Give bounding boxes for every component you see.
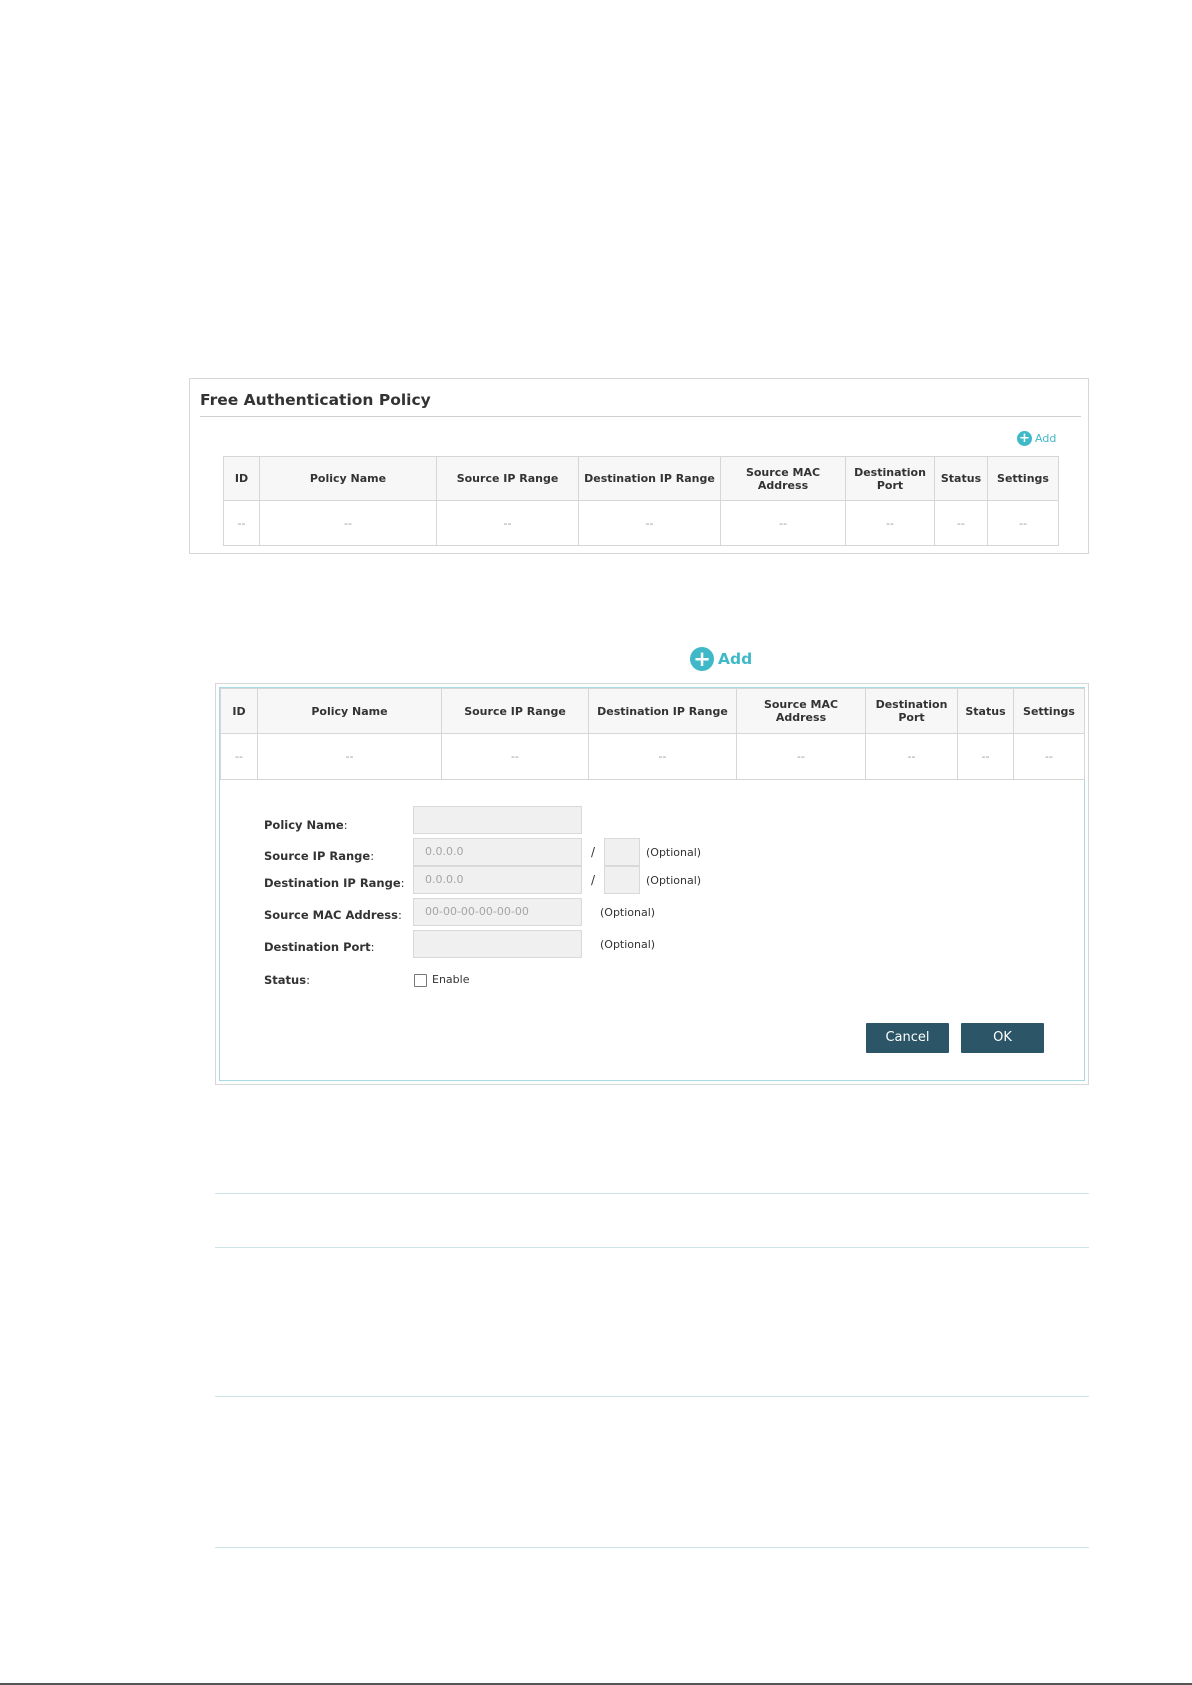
table-row: -- -- -- -- -- -- -- -- bbox=[223, 500, 1059, 546]
status-label-text: Status bbox=[264, 973, 307, 987]
label-colon: : bbox=[306, 973, 310, 987]
cell-policy-name: -- bbox=[259, 500, 437, 546]
policy-name-input[interactable] bbox=[413, 806, 582, 834]
label-colon: : bbox=[343, 818, 348, 832]
destination-ip-range-label-text: Destination IP Range bbox=[264, 876, 401, 890]
column-header-destination-port[interactable]: Destination Port bbox=[845, 456, 935, 501]
policy-name-label-text: Policy Name bbox=[264, 818, 344, 832]
cell-destination-ip-range: -- bbox=[588, 733, 737, 780]
column-header-id[interactable]: ID bbox=[223, 456, 260, 501]
cell-settings: -- bbox=[987, 500, 1059, 546]
table-header-row: ID Policy Name Source IP Range Destinati… bbox=[223, 456, 1059, 501]
divider-line bbox=[215, 1396, 1089, 1397]
cell-id: -- bbox=[220, 733, 258, 780]
destination-port-label: Destination Port: bbox=[264, 940, 374, 954]
column-header-source-ip-range[interactable]: Source IP Range bbox=[441, 688, 589, 734]
optional-hint: (Optional) bbox=[646, 874, 702, 887]
policy-name-label: Policy Name: bbox=[264, 818, 348, 832]
source-ip-mask-input[interactable] bbox=[604, 838, 640, 866]
divider-line bbox=[215, 1547, 1089, 1548]
cell-source-mac-address: -- bbox=[720, 500, 846, 546]
column-header-destination-ip-range[interactable]: Destination IP Range bbox=[578, 456, 721, 501]
column-header-status[interactable]: Status bbox=[957, 688, 1014, 734]
cell-status: -- bbox=[957, 733, 1014, 780]
column-header-source-ip-range[interactable]: Source IP Range bbox=[436, 456, 579, 501]
divider-line bbox=[215, 1247, 1089, 1248]
cell-policy-name: -- bbox=[257, 733, 442, 780]
destination-ip-range-label: Destination IP Range: bbox=[264, 876, 405, 890]
table-row: -- -- -- -- -- -- -- -- bbox=[220, 733, 1085, 780]
divider-line bbox=[215, 1193, 1089, 1194]
source-mac-address-label: Source MAC Address: bbox=[264, 908, 402, 922]
add-button[interactable]: + Add bbox=[1017, 431, 1056, 446]
cell-source-ip-range: -- bbox=[436, 500, 579, 546]
destination-ip-mask-input[interactable] bbox=[604, 866, 640, 894]
add-label: Add bbox=[718, 650, 753, 668]
title-divider bbox=[200, 416, 1081, 417]
source-mac-address-label-text: Source MAC Address bbox=[264, 908, 398, 922]
table-header-row: ID Policy Name Source IP Range Destinati… bbox=[220, 688, 1085, 734]
cell-settings: -- bbox=[1013, 733, 1085, 780]
cell-status: -- bbox=[934, 500, 988, 546]
add-policy-panel: ID Policy Name Source IP Range Destinati… bbox=[215, 683, 1089, 1085]
policy-table: ID Policy Name Source IP Range Destinati… bbox=[223, 456, 1059, 546]
add-policy-form-container: ID Policy Name Source IP Range Destinati… bbox=[219, 687, 1085, 1081]
destination-port-label-text: Destination Port bbox=[264, 940, 371, 954]
column-header-settings: Settings bbox=[987, 456, 1059, 501]
source-mac-input[interactable]: 00-00-00-00-00-00 bbox=[413, 898, 582, 926]
plus-circle-icon: + bbox=[1017, 431, 1032, 446]
add-label: Add bbox=[1035, 432, 1057, 445]
policy-table: ID Policy Name Source IP Range Destinati… bbox=[220, 688, 1085, 780]
enable-checkbox[interactable] bbox=[414, 974, 427, 987]
column-header-source-mac-address[interactable]: Source MAC Address bbox=[736, 688, 866, 734]
label-colon: : bbox=[370, 940, 375, 954]
free-auth-policy-panel: Free Authentication Policy + Add ID Poli… bbox=[189, 378, 1089, 554]
source-ip-range-label-text: Source IP Range bbox=[264, 849, 371, 863]
separator-slash: / bbox=[591, 873, 596, 887]
cancel-button[interactable]: Cancel bbox=[866, 1023, 949, 1053]
column-header-destination-port[interactable]: Destination Port bbox=[865, 688, 958, 734]
optional-hint: (Optional) bbox=[600, 938, 656, 951]
separator-slash: / bbox=[591, 845, 596, 859]
enable-label[interactable]: Enable bbox=[432, 973, 469, 986]
column-header-status[interactable]: Status bbox=[934, 456, 988, 501]
label-colon: : bbox=[400, 876, 405, 890]
cell-destination-port: -- bbox=[865, 733, 958, 780]
column-header-settings: Settings bbox=[1013, 688, 1085, 734]
column-header-id[interactable]: ID bbox=[220, 688, 258, 734]
cell-source-mac-address: -- bbox=[736, 733, 866, 780]
cell-id: -- bbox=[223, 500, 260, 546]
destination-ip-input[interactable]: 0.0.0.0 bbox=[413, 866, 582, 894]
cell-source-ip-range: -- bbox=[441, 733, 589, 780]
destination-port-input[interactable] bbox=[413, 930, 582, 958]
label-colon: : bbox=[370, 849, 375, 863]
column-header-destination-ip-range[interactable]: Destination IP Range bbox=[588, 688, 737, 734]
column-header-source-mac-address[interactable]: Source MAC Address bbox=[720, 456, 846, 501]
source-ip-range-label: Source IP Range: bbox=[264, 849, 374, 863]
source-ip-input[interactable]: 0.0.0.0 bbox=[413, 838, 582, 866]
column-header-policy-name[interactable]: Policy Name bbox=[259, 456, 437, 501]
status-label: Status: bbox=[264, 973, 310, 987]
panel-title: Free Authentication Policy bbox=[200, 391, 431, 409]
add-button-large[interactable]: + Add bbox=[690, 647, 752, 671]
optional-hint: (Optional) bbox=[600, 906, 656, 919]
cell-destination-ip-range: -- bbox=[578, 500, 721, 546]
column-header-policy-name[interactable]: Policy Name bbox=[257, 688, 442, 734]
ok-button[interactable]: OK bbox=[961, 1023, 1044, 1053]
plus-circle-icon: + bbox=[690, 647, 714, 671]
cell-destination-port: -- bbox=[845, 500, 935, 546]
optional-hint: (Optional) bbox=[646, 846, 702, 859]
label-colon: : bbox=[397, 908, 402, 922]
